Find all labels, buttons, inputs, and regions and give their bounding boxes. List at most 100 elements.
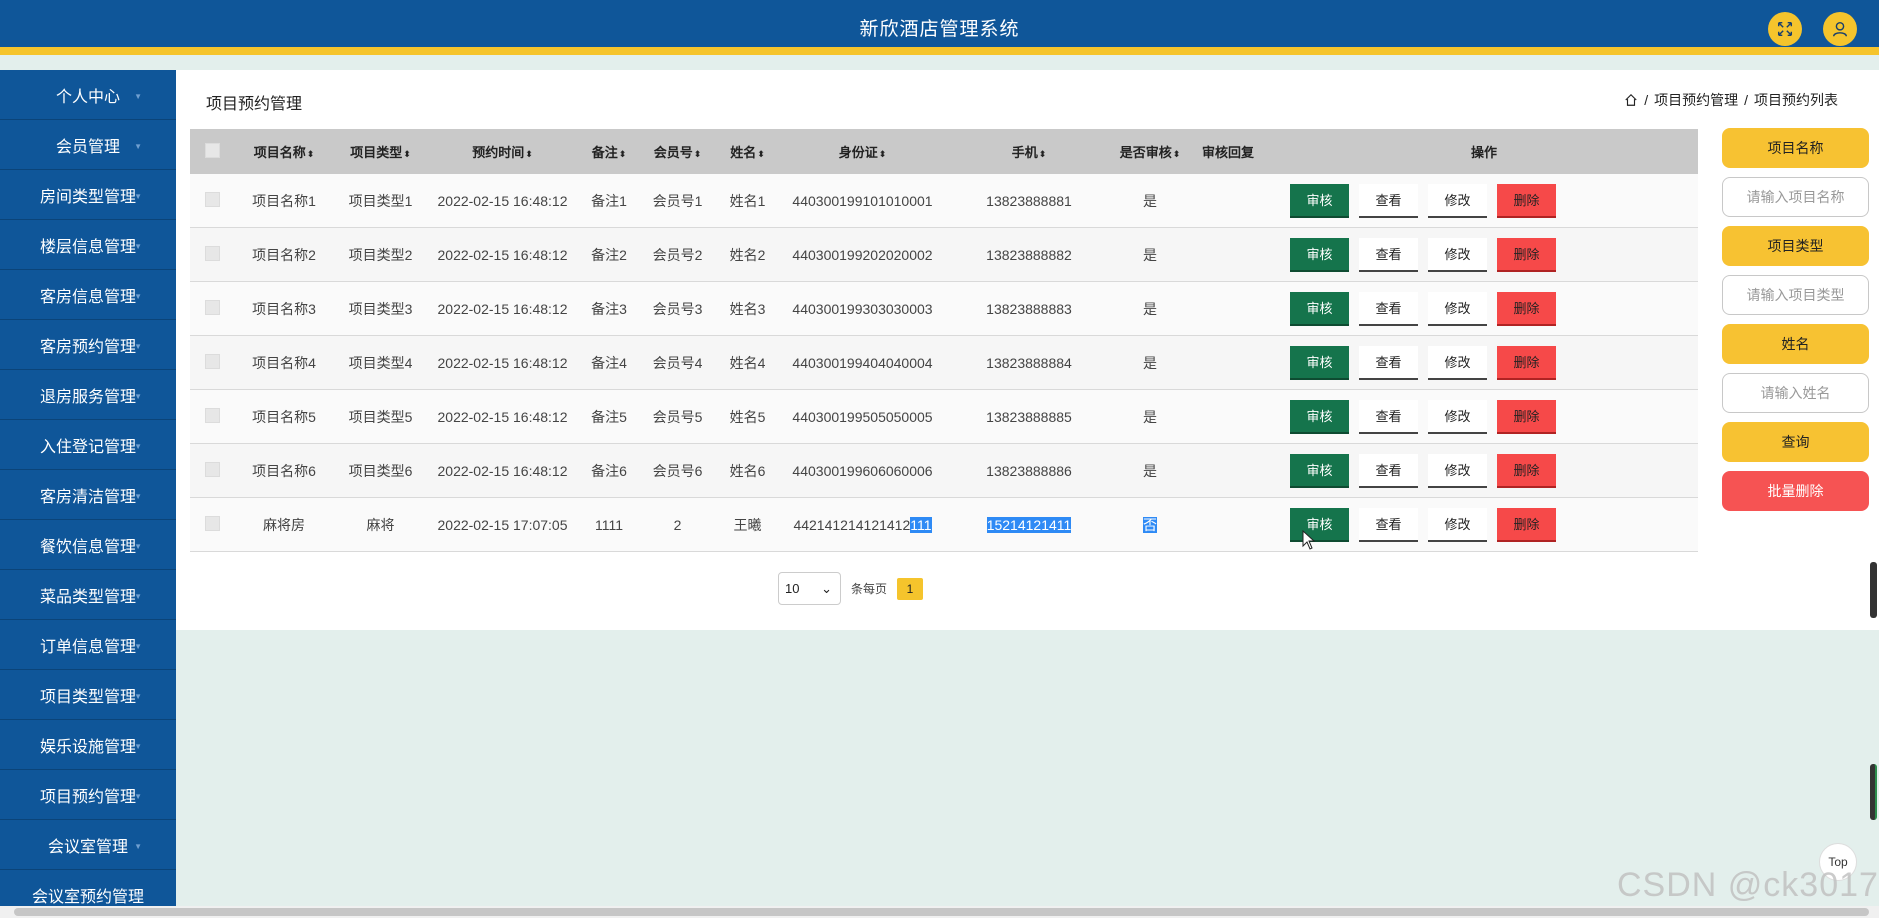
sidebar-item-rooms[interactable]: 客房信息管理 ▼ bbox=[0, 270, 176, 320]
sidebar-item-checkin[interactable]: 入住登记管理 ▼ bbox=[0, 420, 176, 470]
edit-button[interactable]: 修改 bbox=[1428, 453, 1487, 488]
select-all-checkbox[interactable] bbox=[205, 142, 220, 158]
row-checkbox[interactable] bbox=[205, 353, 220, 369]
row-checkbox[interactable] bbox=[205, 245, 220, 261]
delete-button[interactable]: 删除 bbox=[1497, 399, 1556, 434]
sidebar-item-checkout[interactable]: 退房服务管理 ▼ bbox=[0, 370, 176, 420]
cell-member-no: 会员号3 bbox=[652, 300, 703, 317]
page-button-current[interactable]: 1 bbox=[897, 577, 924, 600]
view-button[interactable]: 查看 bbox=[1359, 237, 1418, 272]
sidebar-item-project-bookings[interactable]: 项目预约管理 ▼ bbox=[0, 770, 176, 820]
query-button[interactable]: 查询 bbox=[1722, 422, 1869, 462]
audit-button[interactable]: 审核 bbox=[1290, 345, 1349, 380]
home-icon[interactable] bbox=[1624, 93, 1638, 107]
edit-button[interactable]: 修改 bbox=[1428, 237, 1487, 272]
chevron-down-icon: ▼ bbox=[134, 792, 142, 801]
search-label-project-type: 项目类型 bbox=[1722, 226, 1869, 266]
view-button[interactable]: 查看 bbox=[1359, 183, 1418, 218]
edit-button[interactable]: 修改 bbox=[1428, 507, 1487, 542]
bulk-delete-button[interactable]: 批量删除 bbox=[1722, 471, 1869, 511]
column-header[interactable]: 手机⬍ bbox=[944, 142, 1114, 161]
row-actions: 审核 查看 修改 删除 bbox=[1270, 507, 1698, 542]
audit-button[interactable]: 审核 bbox=[1290, 399, 1349, 434]
audit-button[interactable]: 审核 bbox=[1290, 291, 1349, 326]
column-header[interactable]: 备注⬍ bbox=[577, 142, 641, 161]
row-actions: 审核 查看 修改 删除 bbox=[1270, 291, 1698, 326]
delete-button[interactable]: 删除 bbox=[1497, 237, 1556, 272]
cell-project-name: 项目名称4 bbox=[252, 354, 316, 371]
column-header[interactable]: 预约时间⬍ bbox=[428, 142, 577, 161]
column-header[interactable]: 项目类型⬍ bbox=[333, 142, 428, 161]
cell-name: 姓名4 bbox=[729, 354, 766, 371]
view-button[interactable]: 查看 bbox=[1359, 345, 1418, 380]
cell-audited: 是 bbox=[1143, 246, 1157, 263]
project-type-input[interactable]: 请输入项目类型 bbox=[1722, 275, 1869, 315]
row-checkbox[interactable] bbox=[205, 407, 220, 423]
delete-button[interactable]: 删除 bbox=[1497, 291, 1556, 326]
audit-button[interactable]: 审核 bbox=[1290, 183, 1349, 218]
main-content: 项目预约管理 / 项目预约管理 / 项目预约列表 项目名称⬍ 项目类型⬍ 预约时… bbox=[176, 70, 1879, 630]
breadcrumb-item[interactable]: 项目预约管理 bbox=[1654, 90, 1738, 110]
sidebar-item-facilities[interactable]: 娱乐设施管理 ▼ bbox=[0, 720, 176, 770]
sidebar-item-dish-types[interactable]: 菜品类型管理 ▼ bbox=[0, 570, 176, 620]
view-button[interactable]: 查看 bbox=[1359, 399, 1418, 434]
name-input[interactable]: 请输入姓名 bbox=[1722, 373, 1869, 413]
horizontal-scrollbar[interactable] bbox=[0, 906, 1879, 918]
column-header[interactable]: 会员号⬍ bbox=[641, 142, 714, 161]
sidebar-item-room-types[interactable]: 房间类型管理 ▼ bbox=[0, 170, 176, 220]
edit-button[interactable]: 修改 bbox=[1428, 183, 1487, 218]
edit-button[interactable]: 修改 bbox=[1428, 345, 1487, 380]
sidebar-item-personal-center[interactable]: 个人中心 ▼ bbox=[0, 70, 176, 120]
column-header[interactable]: 身份证⬍ bbox=[781, 142, 944, 161]
delete-button[interactable]: 删除 bbox=[1497, 345, 1556, 380]
cell-project-type: 项目类型6 bbox=[348, 462, 413, 479]
user-button[interactable] bbox=[1823, 12, 1857, 46]
row-checkbox[interactable] bbox=[205, 461, 220, 477]
row-checkbox[interactable] bbox=[205, 515, 220, 531]
row-checkbox[interactable] bbox=[205, 299, 220, 315]
chevron-down-icon: ▼ bbox=[134, 492, 142, 501]
fullscreen-button[interactable] bbox=[1768, 12, 1802, 46]
row-actions: 审核 查看 修改 删除 bbox=[1270, 399, 1698, 434]
column-header[interactable]: 项目名称⬍ bbox=[235, 142, 333, 161]
scrollbar-thumb[interactable] bbox=[14, 908, 1869, 916]
column-header[interactable]: 姓名⬍ bbox=[714, 142, 781, 161]
project-name-input[interactable]: 请输入项目名称 bbox=[1722, 177, 1869, 217]
sidebar-item-project-types[interactable]: 项目类型管理 ▼ bbox=[0, 670, 176, 720]
audit-button[interactable]: 审核 bbox=[1290, 453, 1349, 488]
sidebar-item-dining[interactable]: 餐饮信息管理 ▼ bbox=[0, 520, 176, 570]
view-button[interactable]: 查看 bbox=[1359, 291, 1418, 326]
sidebar-item-members[interactable]: 会员管理 ▼ bbox=[0, 120, 176, 170]
sidebar-item-cleaning[interactable]: 客房清洁管理 ▼ bbox=[0, 470, 176, 520]
edit-button[interactable]: 修改 bbox=[1428, 291, 1487, 326]
view-button[interactable]: 查看 bbox=[1359, 453, 1418, 488]
audit-button[interactable]: 审核 bbox=[1290, 507, 1349, 542]
scrollbar-thumb[interactable] bbox=[1870, 562, 1877, 618]
sidebar-item-floors[interactable]: 楼层信息管理 ▼ bbox=[0, 220, 176, 270]
sidebar-item-orders[interactable]: 订单信息管理 ▼ bbox=[0, 620, 176, 670]
cell-phone: 13823888885 bbox=[986, 408, 1072, 425]
sidebar-item-room-bookings[interactable]: 客房预约管理 ▼ bbox=[0, 320, 176, 370]
audit-button[interactable]: 审核 bbox=[1290, 237, 1349, 272]
cell-audited: 否 bbox=[1114, 515, 1186, 535]
cell-member-no: 会员号5 bbox=[652, 408, 703, 425]
view-button[interactable]: 查看 bbox=[1359, 507, 1418, 542]
chevron-down-icon: ▼ bbox=[134, 542, 142, 551]
delete-button[interactable]: 删除 bbox=[1497, 183, 1556, 218]
row-checkbox[interactable] bbox=[205, 191, 220, 207]
delete-button[interactable]: 删除 bbox=[1497, 507, 1556, 542]
column-header[interactable]: 是否审核⬍ bbox=[1114, 142, 1186, 161]
delete-button[interactable]: 删除 bbox=[1497, 453, 1556, 488]
cell-project-name: 项目名称2 bbox=[252, 246, 316, 263]
sort-icon: ⬍ bbox=[403, 149, 411, 159]
pagination: 10 ⌄ 条每页 1 bbox=[778, 572, 924, 605]
edit-button[interactable]: 修改 bbox=[1428, 399, 1487, 434]
sidebar-item-meeting-rooms[interactable]: 会议室管理 ▼ bbox=[0, 820, 176, 870]
page-size-select[interactable]: 10 ⌄ bbox=[778, 572, 841, 605]
chevron-down-icon: ▼ bbox=[134, 442, 142, 451]
scrollbar-thumb[interactable] bbox=[1870, 764, 1877, 820]
cell-id-card: 440300199202020002 bbox=[792, 246, 933, 263]
cell-member-no: 会员号4 bbox=[652, 354, 703, 371]
cell-phone: 15214121411 bbox=[944, 516, 1114, 533]
chevron-down-icon: ▼ bbox=[134, 842, 142, 851]
